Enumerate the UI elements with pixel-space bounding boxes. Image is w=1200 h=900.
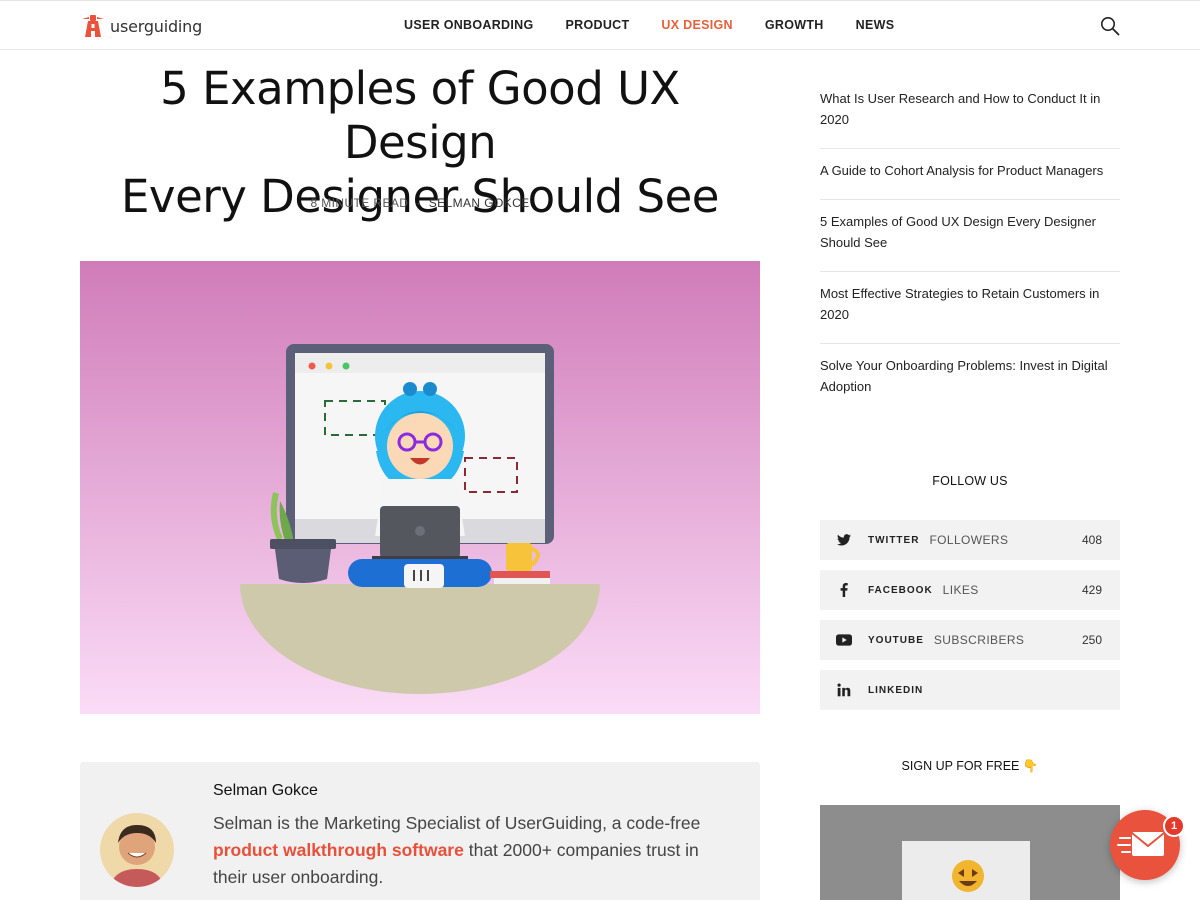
related-post-link[interactable]: A Guide to Cohort Analysis for Product M…	[820, 149, 1120, 200]
nav-user-onboarding[interactable]: USER ONBOARDING	[404, 18, 534, 32]
social-facebook[interactable]: FACEBOOK LIKES 429	[820, 570, 1120, 610]
author-bio-text-1: Selman is the Marketing Specialist of Us…	[213, 813, 701, 833]
related-posts-list: What Is User Research and How to Conduct…	[820, 78, 1120, 415]
author-photo	[100, 813, 174, 887]
nav-growth[interactable]: GROWTH	[765, 18, 824, 32]
social-name: TWITTER	[868, 534, 920, 546]
read-time: 8 MINUTE READ	[310, 196, 409, 210]
search-icon[interactable]	[1100, 16, 1120, 36]
sign-up-banner[interactable]	[820, 805, 1120, 900]
social-name: YOUTUBE	[868, 634, 924, 646]
meta-separator: ·	[416, 196, 421, 210]
lighthouse-logo-icon	[82, 15, 104, 37]
twitter-icon	[836, 532, 852, 548]
social-youtube[interactable]: YOUTUBE SUBSCRIBERS 250	[820, 620, 1120, 660]
social-name: FACEBOOK	[868, 584, 933, 596]
hero-illustration	[80, 261, 760, 714]
social-links: TWITTER FOLLOWERS 408 FACEBOOK LIKES 429…	[820, 520, 1120, 720]
social-label: FOLLOWERS	[929, 533, 1009, 547]
facebook-icon	[836, 582, 852, 598]
nav-ux-design[interactable]: UX DESIGN	[661, 18, 732, 32]
sign-up-heading-text: SIGN UP FOR FREE	[901, 759, 1020, 773]
author-avatar	[100, 813, 174, 887]
youtube-icon	[836, 632, 852, 648]
social-linkedin[interactable]: LINKEDIN	[820, 670, 1120, 710]
nav-news[interactable]: NEWS	[856, 18, 895, 32]
social-count: 408	[1081, 533, 1102, 547]
sign-up-banner-image	[820, 805, 1120, 900]
social-count: 429	[1081, 583, 1102, 597]
follow-us-heading: FOLLOW US	[932, 474, 1008, 488]
author-bio: Selman is the Marketing Specialist of Us…	[213, 810, 733, 891]
social-count: 250	[1081, 633, 1102, 647]
main-nav: USER ONBOARDING PRODUCT UX DESIGN GROWTH…	[404, 1, 926, 49]
related-post-link[interactable]: Most Effective Strategies to Retain Cust…	[820, 272, 1120, 344]
related-post-link[interactable]: What Is User Research and How to Conduct…	[820, 78, 1120, 149]
author-box: Selman Gokce Selman is the Marketing Spe…	[80, 762, 760, 900]
related-post-link[interactable]: Solve Your Onboarding Problems: Invest i…	[820, 344, 1120, 415]
author-name[interactable]: Selman Gokce	[213, 782, 318, 800]
chat-notification-badge: 1	[1163, 815, 1185, 837]
social-name: LINKEDIN	[868, 684, 924, 696]
social-twitter[interactable]: TWITTER FOLLOWERS 408	[820, 520, 1120, 560]
site-header: userguiding USER ONBOARDING PRODUCT UX D…	[0, 0, 1200, 50]
article-title-line-1: 5 Examples of Good UX Design	[160, 62, 680, 169]
nav-product[interactable]: PRODUCT	[566, 18, 630, 32]
social-label: SUBSCRIBERS	[933, 633, 1025, 647]
article-meta: 8 MINUTE READ · SELMAN GOKCE	[80, 196, 760, 210]
sign-up-heading: SIGN UP FOR FREE 👇	[820, 759, 1120, 774]
site-logo[interactable]: userguiding	[80, 12, 202, 40]
product-walkthrough-link[interactable]: product walkthrough software	[213, 840, 464, 860]
ux-designer-illustration	[80, 261, 760, 714]
social-label: LIKES	[942, 583, 979, 597]
article-author-link[interactable]: SELMAN GOKCE	[429, 196, 530, 210]
related-post-link[interactable]: 5 Examples of Good UX Design Every Desig…	[820, 200, 1120, 272]
linkedin-icon	[836, 682, 852, 698]
pointing-down-icon: 👇	[1022, 759, 1039, 773]
logo-text: userguiding	[110, 16, 203, 36]
